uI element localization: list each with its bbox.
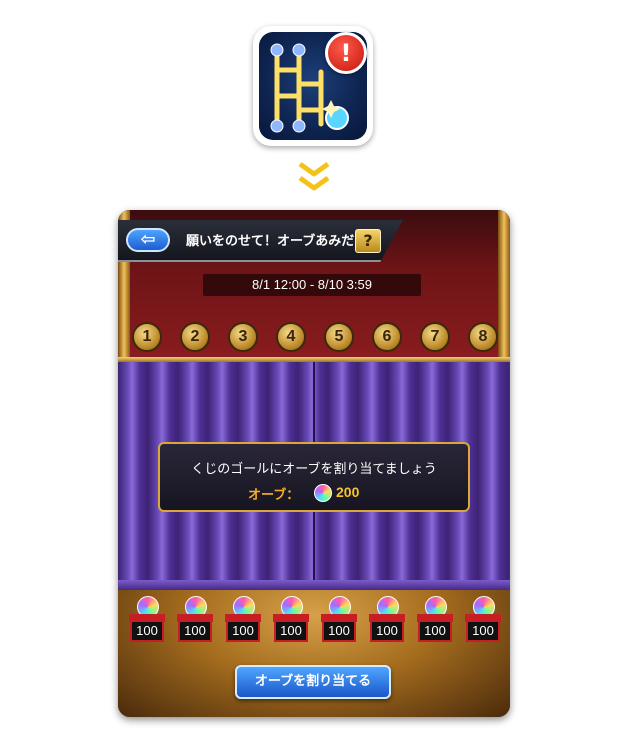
prize-row: 100 100 100 100 100 100 100 100 [118,596,510,648]
prize-amount: 100 [370,620,404,642]
prize-slot[interactable]: 100 [270,596,312,646]
lane-number: 8 [468,322,498,352]
prize-amount: 100 [274,620,308,642]
prize-amount: 100 [226,620,260,642]
prize-slot[interactable]: 100 [462,596,504,646]
prize-amount: 100 [178,620,212,642]
amidakuji-feature-icon: ! [253,26,373,146]
page-title: 願いをのせて！オーブあみだくじ [186,234,381,249]
orb-cost-value: 200 [336,484,360,500]
amidakuji-screen: ⇦ 願いをのせて！オーブあみだくじ ? 8/1 12:00 - 8/10 3:5… [118,210,510,717]
prize-slot[interactable]: 100 [174,596,216,646]
orb-icon [314,484,332,502]
event-period: 8/1 12:00 - 8/10 3:59 [252,277,372,292]
prize-slot[interactable]: 100 [414,596,456,646]
help-button[interactable]: ? [355,229,381,253]
prize-amount: 100 [322,620,356,642]
assign-orbs-button[interactable]: オーブを割り当てる [235,665,391,699]
prize-slot[interactable]: 100 [126,596,168,646]
lane-number: 2 [180,322,210,352]
orb-cost-label: オーブ： [248,488,300,503]
prize-amount: 100 [418,620,452,642]
back-button[interactable]: ⇦ [126,228,170,252]
event-period-bar: 8/1 12:00 - 8/10 3:59 [203,274,421,296]
alert-badge-icon: ! [325,32,367,74]
lane-number: 5 [324,322,354,352]
lane-number: 6 [372,322,402,352]
prize-amount: 100 [466,620,500,642]
lane-number: 3 [228,322,258,352]
prize-slot[interactable]: 100 [366,596,408,646]
chevron-down-icon [298,161,330,191]
lane-number: 7 [420,322,450,352]
prize-amount: 100 [130,620,164,642]
instruction-dialog: くじのゴールにオーブを割り当てましょう オーブ： 200 [158,442,470,512]
dialog-message: くじのゴールにオーブを割り当てましょう [191,462,437,477]
prize-slot[interactable]: 100 [318,596,360,646]
lane-number: 1 [132,322,162,352]
lane-number: 4 [276,322,306,352]
prize-slot[interactable]: 100 [222,596,264,646]
goal-number-row: 1 2 3 4 5 6 7 8 [118,322,510,354]
